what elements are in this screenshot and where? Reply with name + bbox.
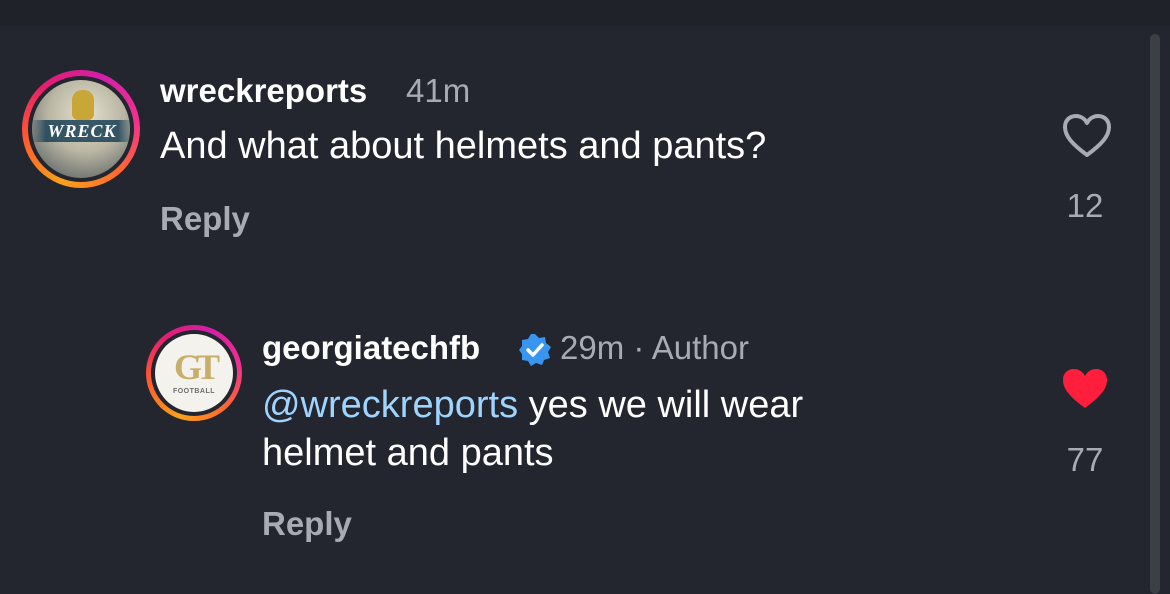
story-ring[interactable]: WRECK [22,70,140,188]
comment-text-line2: helmet and pants [262,432,554,474]
comment-username[interactable]: wreckreports [160,72,367,110]
heart-filled-icon[interactable] [1060,367,1110,416]
comment-username[interactable]: georgiatechfb [262,329,480,367]
mention-link[interactable]: @wreckreports [262,384,518,426]
comment-timestamp: 41m [406,72,471,109]
player-figure [72,90,94,120]
comment: WRECK wreckreports 41m And what about he… [22,70,1112,250]
comment-text: @wreckreports yes we will wear helmet an… [262,381,803,477]
comment-timestamp: 29m [560,329,625,366]
verified-badge-icon [518,333,552,372]
avatar-frame: WRECK [28,76,134,182]
avatar-logo-subtext: FOOTBALL [172,388,216,395]
reply-button[interactable]: Reply [160,200,250,238]
comment-meta: 29m · Author [560,329,749,366]
top-edge [0,0,1170,26]
story-ring[interactable]: GT FOOTBALL [146,325,242,421]
heart-outline-icon[interactable] [1062,114,1112,163]
comment-text-line1: yes we will wear [528,384,804,426]
comment-reply: GT FOOTBALL georgiatechfb 29m · Author @… [146,325,1112,555]
like-count: 12 [1066,187,1104,224]
like-count: 77 [1066,441,1104,478]
avatar-frame: GT FOOTBALL [151,330,237,416]
avatar-logo-text: GT [173,347,220,387]
scrollbar[interactable] [1150,34,1160,594]
avatar[interactable]: WRECK [32,80,130,178]
avatar[interactable]: GT FOOTBALL [155,334,233,412]
comment-text: And what about helmets and pants? [160,125,767,167]
author-tag: Author [651,329,749,366]
avatar-logo-text: WRECK [32,120,130,142]
reply-button[interactable]: Reply [262,505,352,543]
